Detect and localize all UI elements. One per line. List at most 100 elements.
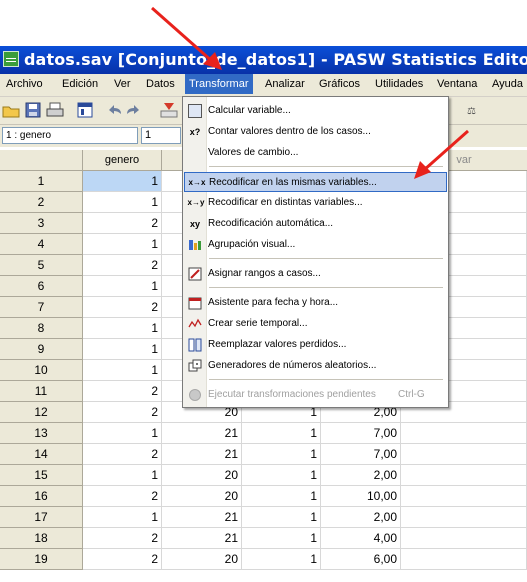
row-number[interactable]: 16 (0, 486, 83, 507)
cell-genero[interactable]: 2 (83, 402, 162, 423)
data-cell[interactable]: 2,00 (321, 507, 401, 528)
cell-genero[interactable]: 2 (83, 549, 162, 570)
row-number[interactable]: 9 (0, 339, 83, 360)
data-cell[interactable]: 7,00 (321, 423, 401, 444)
data-cell[interactable]: 20 (162, 465, 242, 486)
row-number[interactable]: 4 (0, 234, 83, 255)
cell-genero[interactable]: 2 (83, 297, 162, 318)
cell-genero[interactable]: 2 (83, 444, 162, 465)
row-number[interactable]: 8 (0, 318, 83, 339)
row-number[interactable]: 17 (0, 507, 83, 528)
menu-item-asignar-rangos[interactable]: Asignar rangos a casos... (184, 264, 447, 284)
menu-transformar[interactable]: Transformar (185, 74, 253, 94)
menu-utilidades[interactable]: Utilidades (375, 78, 423, 90)
menu-item-asistente-fecha-hora[interactable]: Asistente para fecha y hora... (184, 293, 447, 313)
menu-ayuda[interactable]: Ayuda (492, 78, 523, 90)
cell-genero[interactable]: 2 (83, 486, 162, 507)
cell-genero[interactable]: 1 (83, 192, 162, 213)
menu-item-recodificar-mismas[interactable]: x→x Recodificar en las mismas variables.… (184, 172, 447, 192)
row-number[interactable]: 2 (0, 192, 83, 213)
cell-genero[interactable]: 1 (83, 360, 162, 381)
row-number[interactable]: 7 (0, 297, 83, 318)
data-cell[interactable]: 1 (242, 507, 321, 528)
menu-datos[interactable]: Datos (146, 78, 175, 90)
menu-item-calcular-variable[interactable]: Calcular variable... (184, 101, 447, 121)
menu-item-valores-de-cambio[interactable]: Valores de cambio... (184, 143, 447, 163)
cell-genero[interactable]: 1 (83, 423, 162, 444)
data-cell[interactable]: 6,00 (321, 549, 401, 570)
data-cell[interactable]: 21 (162, 423, 242, 444)
menu-archivo[interactable]: Archivo (6, 78, 43, 90)
data-cell[interactable]: 1 (242, 465, 321, 486)
row-number[interactable]: 6 (0, 276, 83, 297)
dialog-recall-icon[interactable] (76, 101, 94, 119)
data-cell[interactable] (401, 549, 527, 570)
cell-genero[interactable]: 1 (83, 171, 162, 192)
data-cell[interactable] (401, 507, 527, 528)
row-number[interactable]: 1 (0, 171, 83, 192)
cell-name-box[interactable]: 1 : genero (2, 127, 138, 144)
data-cell[interactable]: 7,00 (321, 444, 401, 465)
cell-genero[interactable]: 1 (83, 234, 162, 255)
data-cell[interactable] (401, 528, 527, 549)
row-number[interactable]: 10 (0, 360, 83, 381)
row-number[interactable]: 19 (0, 549, 83, 570)
menu-ver[interactable]: Ver (114, 78, 131, 90)
cell-genero[interactable]: 1 (83, 339, 162, 360)
row-number[interactable]: 5 (0, 255, 83, 276)
row-number[interactable]: 14 (0, 444, 83, 465)
row-number[interactable]: 18 (0, 528, 83, 549)
data-cell[interactable] (401, 465, 527, 486)
data-cell[interactable]: 1 (242, 444, 321, 465)
data-cell[interactable]: 21 (162, 528, 242, 549)
cell-genero[interactable]: 1 (83, 318, 162, 339)
menu-edicion[interactable]: Edición (62, 78, 98, 90)
data-cell[interactable] (401, 444, 527, 465)
data-cell[interactable]: 4,00 (321, 528, 401, 549)
row-number[interactable]: 13 (0, 423, 83, 444)
print-icon[interactable] (46, 101, 64, 119)
cell-genero[interactable]: 1 (83, 507, 162, 528)
menu-item-reemplazar-perdidos[interactable]: Reemplazar valores perdidos... (184, 335, 447, 355)
data-cell[interactable]: 20 (162, 549, 242, 570)
data-cell[interactable]: 1 (242, 423, 321, 444)
cell-genero[interactable]: 2 (83, 213, 162, 234)
menu-item-agrupacion-visual[interactable]: Agrupación visual... (184, 235, 447, 255)
data-cell[interactable]: 2,00 (321, 465, 401, 486)
menu-item-contar-valores[interactable]: x? Contar valores dentro de los casos... (184, 122, 447, 142)
menu-item-generadores-aleatorios[interactable]: Generadores de números aleatorios... (184, 356, 447, 376)
cell-genero[interactable]: 2 (83, 381, 162, 402)
cell-value-box[interactable]: 1 (141, 127, 181, 144)
data-cell[interactable]: 1 (242, 549, 321, 570)
undo-icon[interactable] (106, 101, 124, 119)
corner-cell[interactable] (0, 150, 83, 170)
column-header-genero[interactable]: genero (83, 150, 162, 170)
data-cell[interactable]: 1 (242, 528, 321, 549)
data-cell[interactable]: 21 (162, 507, 242, 528)
data-cell[interactable]: 20 (162, 486, 242, 507)
row-number[interactable]: 3 (0, 213, 83, 234)
menu-analizar[interactable]: Analizar (265, 78, 305, 90)
menu-ventana[interactable]: Ventana (437, 78, 477, 90)
cell-genero[interactable]: 1 (83, 465, 162, 486)
menu-item-recodificar-distintas[interactable]: x→y Recodificar en distintas variables..… (184, 193, 447, 213)
goto-case-icon[interactable] (160, 101, 178, 119)
data-cell[interactable]: 1 (242, 486, 321, 507)
menu-item-recodificacion-automatica[interactable]: xy Recodificación automática... (184, 214, 447, 234)
cell-genero[interactable]: 2 (83, 528, 162, 549)
row-number[interactable]: 11 (0, 381, 83, 402)
menu-item-crear-serie-temporal[interactable]: Crear serie temporal... (184, 314, 447, 334)
cell-genero[interactable]: 1 (83, 276, 162, 297)
row-number[interactable]: 12 (0, 402, 83, 423)
open-icon[interactable] (2, 101, 20, 119)
data-cell[interactable]: 21 (162, 444, 242, 465)
menu-graficos[interactable]: Gráficos (319, 78, 360, 90)
row-number[interactable]: 15 (0, 465, 83, 486)
redo-icon[interactable] (124, 101, 142, 119)
data-cell[interactable]: 10,00 (321, 486, 401, 507)
data-cell[interactable] (401, 423, 527, 444)
weight-icon[interactable]: ⚖ (464, 101, 482, 119)
save-icon[interactable] (24, 101, 42, 119)
cell-genero[interactable]: 2 (83, 255, 162, 276)
data-cell[interactable] (401, 486, 527, 507)
